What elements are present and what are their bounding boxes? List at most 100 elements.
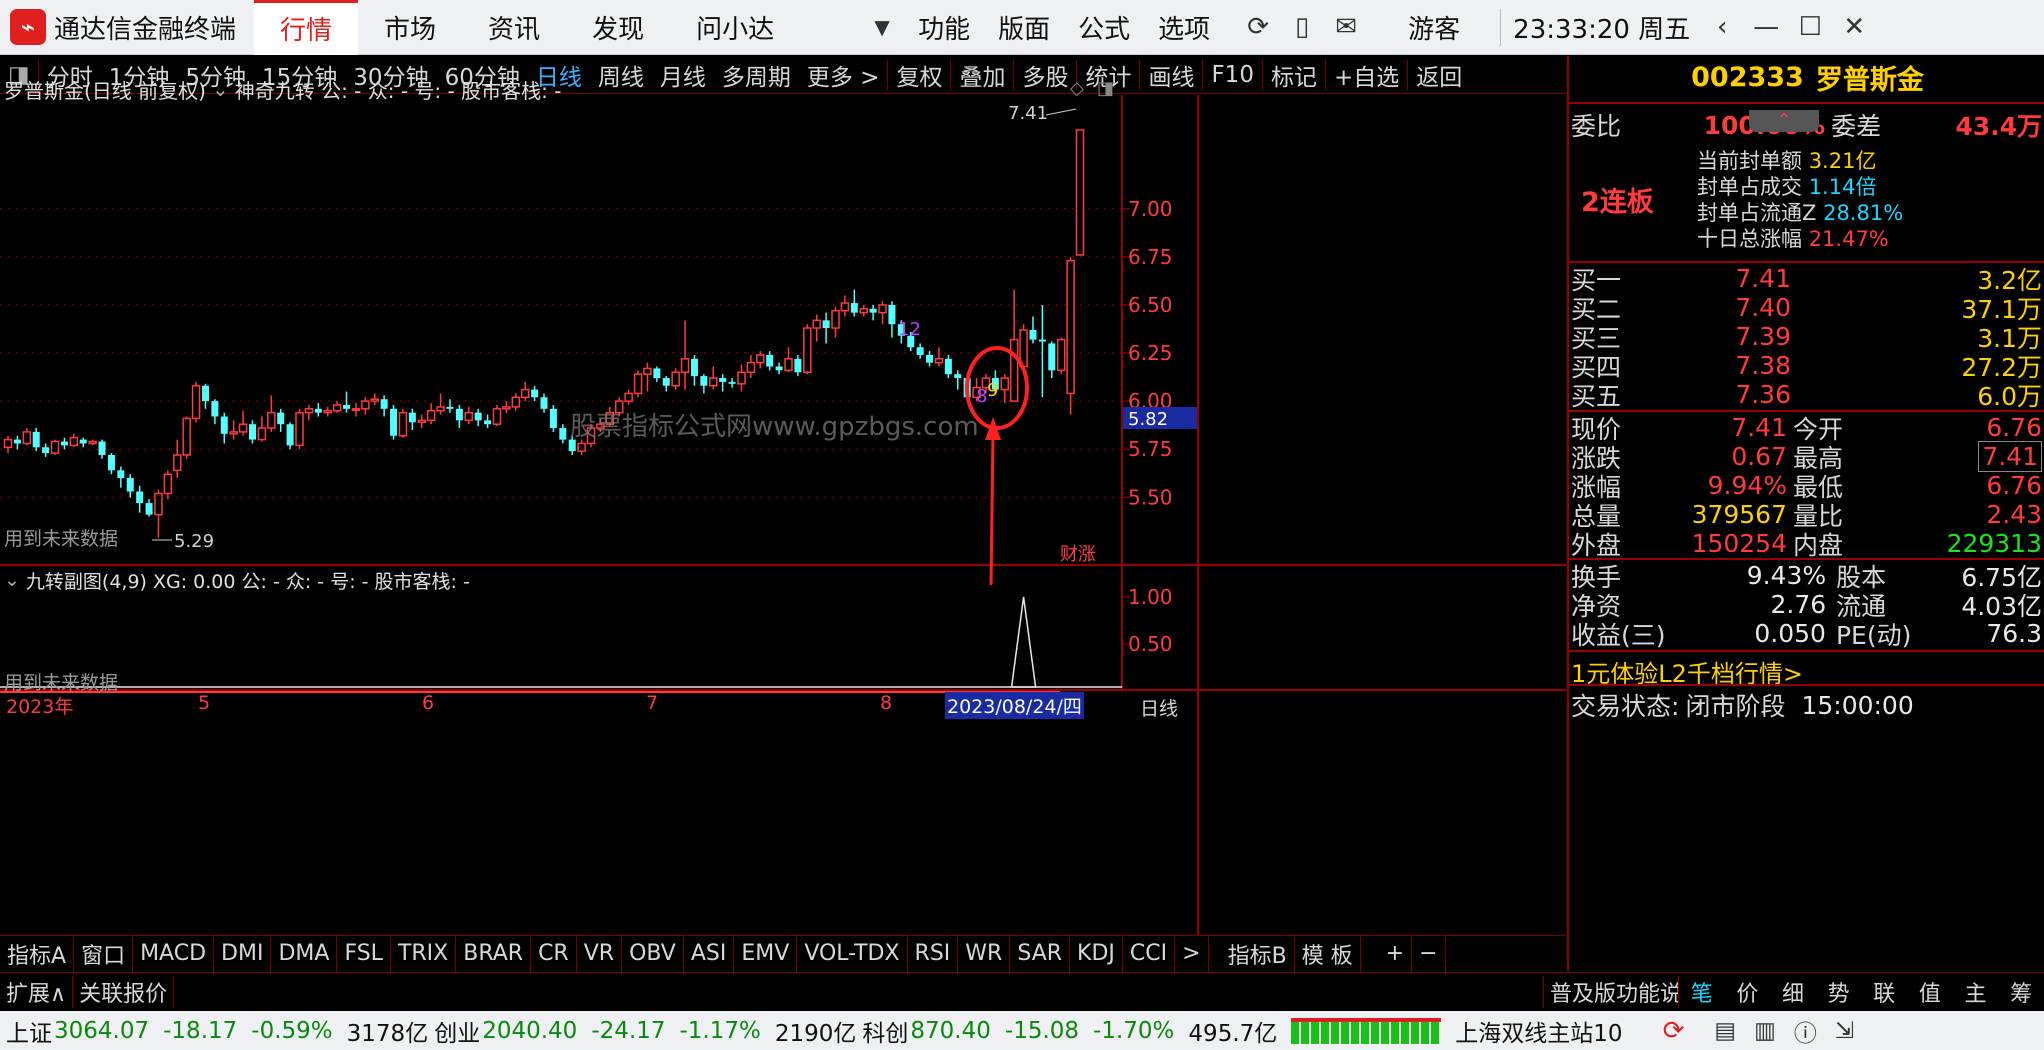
ind-tab-remove[interactable]: − — [1412, 935, 1446, 972]
menu-formula[interactable]: 公式 — [1064, 9, 1144, 46]
phone-icon[interactable]: ▯ — [1280, 12, 1324, 42]
nav-tab-discover[interactable]: 发现 — [566, 0, 670, 55]
action-add-watch[interactable]: +自选 — [1326, 58, 1407, 92]
ind-tab-sar[interactable]: SAR — [1010, 935, 1071, 972]
ind-tab-kdj[interactable]: KDJ — [1070, 935, 1123, 972]
ind-tab-emv[interactable]: EMV — [734, 935, 798, 972]
ind-tab-window[interactable]: 窗口 — [74, 935, 134, 972]
ind-tab-wr[interactable]: WR — [958, 935, 1011, 972]
candle-body-down — [408, 412, 416, 423]
ext-help[interactable]: 普及版功能说明 — [1543, 975, 1679, 1008]
index-ticker[interactable]: 创业 2040.40 -24.17 -1.17% 2190亿 — [434, 1014, 856, 1048]
tab-main[interactable]: 主 — [1965, 976, 1987, 1008]
action-mark[interactable]: 标记 — [1263, 58, 1325, 92]
back-icon[interactable]: ‹ — [1700, 12, 1744, 42]
candle-body-down — [474, 412, 482, 421]
nav-tab-market[interactable]: 市场 — [358, 0, 462, 55]
diamond-icon[interactable]: ◇ — [1070, 78, 1084, 99]
period-monthly[interactable]: 月线 — [652, 58, 714, 92]
menu-function[interactable]: 功能 — [904, 9, 984, 46]
nav-tab-quotes[interactable]: 行情 — [254, 0, 359, 55]
bid-row[interactable]: 买四 7.38 27.2万 — [1569, 351, 2044, 382]
ind-tab-template[interactable]: 模 板 — [1295, 935, 1361, 972]
dropdown-icon[interactable]: ▼ — [860, 15, 904, 39]
ext-expand[interactable]: 扩展∧ — [0, 975, 74, 1008]
bid-row[interactable]: 买二 7.40 37.1万 — [1569, 293, 2044, 324]
action-overlay[interactable]: 叠加 — [951, 58, 1013, 92]
candle-body-up — [3, 438, 13, 449]
info-icon[interactable]: ⓘ — [1794, 1014, 1817, 1048]
period-multi[interactable]: 多周期 — [714, 58, 799, 92]
refresh-icon[interactable]: ⟳ — [1236, 12, 1280, 42]
candle-body-down — [136, 491, 144, 504]
maximize-icon[interactable]: ☐ — [1788, 12, 1832, 42]
ind-tab-rsi[interactable]: RSI — [908, 935, 959, 972]
bid-row[interactable]: 买五 7.36 6.0万 — [1569, 380, 2044, 411]
candle-body-down — [869, 308, 877, 313]
layout-icon[interactable]: ▤ — [1714, 1018, 1736, 1044]
main-chart[interactable]: 7.006.756.506.256.005.755.50 股票指标公式网www.… — [0, 95, 1566, 935]
ind-tab-cci[interactable]: CCI — [1123, 935, 1176, 972]
ind-tab-add[interactable]: + — [1379, 935, 1413, 972]
trade-state: 闭市阶段 — [1685, 692, 1786, 721]
ind-tab-vol-tdx[interactable]: VOL-TDX — [797, 935, 908, 972]
minimize-icon[interactable]: — — [1744, 12, 1788, 42]
user-label[interactable]: 游客 — [1408, 9, 1460, 46]
action-draw[interactable]: 画线 — [1140, 58, 1202, 92]
action-f10[interactable]: F10 — [1203, 62, 1262, 88]
ind-tab-trix[interactable]: TRIX — [391, 935, 457, 972]
ind-tab-fsl[interactable]: FSL — [337, 935, 391, 972]
candle-body-down — [220, 416, 228, 434]
server-station[interactable]: 上海双线主站10 — [1455, 1014, 1622, 1048]
mail-icon[interactable]: ✉ — [1324, 12, 1368, 42]
tab-trend[interactable]: 势 — [1828, 976, 1850, 1008]
tab-trades[interactable]: 笔 — [1691, 976, 1713, 1008]
index-ticker[interactable]: 上证 3064.07 -18.17 -0.59% 3178亿 — [6, 1014, 428, 1048]
close-icon[interactable]: ✕ — [1832, 12, 1876, 42]
indicator-dropdown-icon[interactable]: ⌄ — [212, 77, 229, 101]
collapse-button[interactable]: ⌃ — [1749, 110, 1819, 132]
action-adjust[interactable]: 复权 — [888, 58, 950, 92]
tab-value[interactable]: 值 — [1919, 976, 1941, 1008]
low-price-label: 5.29 — [174, 531, 214, 552]
tab-link[interactable]: 联 — [1873, 976, 1895, 1008]
index-ticker[interactable]: 科创 870.40 -15.08 -1.70% 495.7亿 — [862, 1014, 1277, 1048]
ind-tab-obv[interactable]: OBV — [622, 935, 684, 972]
news-badge[interactable]: 财涨 — [1060, 544, 1096, 565]
menu-options[interactable]: 选项 — [1144, 9, 1224, 46]
ind-tab-dmi[interactable]: DMI — [214, 935, 272, 972]
bid-label: 买五 — [1571, 381, 1622, 411]
quote-label: 外盘 — [1571, 530, 1622, 560]
ind-tab-cr[interactable]: CR — [531, 935, 577, 972]
tab-price[interactable]: 价 — [1736, 976, 1758, 1008]
tab-detail[interactable]: 细 — [1782, 976, 1804, 1008]
ind-tab-dma[interactable]: DMA — [271, 935, 338, 972]
ind-tab-vr[interactable]: VR — [577, 935, 623, 972]
action-multistock[interactable]: 多股 — [1014, 58, 1076, 92]
window-toggle-icon[interactable]: ◨ — [1097, 78, 1114, 99]
connection-icon[interactable]: ⟳ — [1663, 1016, 1685, 1046]
menu-layout[interactable]: 版面 — [984, 9, 1064, 46]
ext-related-quotes[interactable]: 关联报价 — [73, 975, 175, 1008]
ind-tab-asi[interactable]: ASI — [684, 935, 735, 972]
ind-tab-b[interactable]: 指标B — [1221, 935, 1295, 972]
candle-body-down — [954, 374, 962, 379]
nav-tab-news[interactable]: 资讯 — [462, 0, 566, 55]
high-price-label: 7.41 — [1008, 103, 1048, 124]
ind-tab-next[interactable]: > — [1175, 935, 1209, 972]
notes-icon[interactable]: ▥ — [1754, 1018, 1776, 1044]
nav-tab-assistant[interactable]: 问小达 — [670, 0, 800, 55]
period-more[interactable]: 更多 > — [799, 58, 888, 92]
action-back[interactable]: 返回 — [1408, 58, 1470, 92]
resize-icon[interactable]: ⇲ — [1835, 1018, 1854, 1044]
candle-body-down — [1048, 343, 1056, 371]
quote-value-2: 7.41 — [1978, 441, 2042, 472]
sub-indicator-dropdown-icon[interactable]: ⌄ — [4, 569, 20, 591]
candle-body-down — [314, 408, 322, 413]
tab-chips[interactable]: 筹 — [2010, 976, 2032, 1008]
ind-tab-brar[interactable]: BRAR — [456, 935, 532, 972]
period-weekly[interactable]: 周线 — [590, 58, 652, 92]
ind-tab-a[interactable]: 指标A — [0, 935, 75, 972]
ind-tab-macd[interactable]: MACD — [133, 935, 215, 972]
candle-body-down — [916, 347, 924, 355]
